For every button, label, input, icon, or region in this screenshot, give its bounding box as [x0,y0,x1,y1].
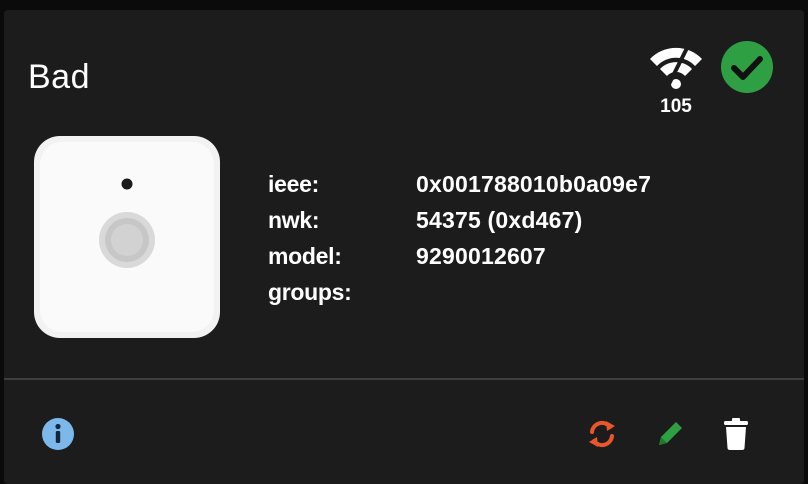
detail-row-groups: groups: [268,274,651,310]
info-button[interactable] [38,414,78,454]
trash-icon [724,418,748,450]
detail-row-ieee: ieee: 0x001788010b0a09e7 [268,166,651,202]
detail-value: 54375 (0xd467) [416,206,583,233]
link-quality-value: 105 [660,96,692,117]
detail-label: nwk: [268,206,320,233]
wifi-signal-icon [650,45,702,91]
detail-label: ieee: [268,170,319,197]
detail-value: 0x001788010b0a09e7 [416,170,652,197]
device-name: Bad [28,58,90,96]
reconfigure-button[interactable] [582,414,622,454]
detail-row-model: model: 9290012607 [268,238,651,274]
detail-label: groups: [268,278,352,305]
detail-row-nwk: nwk: 54375 (0xd467) [268,202,651,238]
device-details: ieee: 0x001788010b0a09e7 nwk: 54375 (0xd… [268,166,651,310]
device-card: Bad 105 ieee: 0x001788010b0a09e7 nwk: 54… [4,10,804,484]
refresh-icon [589,420,615,448]
device-image [34,136,220,338]
detail-value: 9290012607 [416,242,546,269]
detail-label: model: [268,242,342,269]
remove-button[interactable] [716,414,756,454]
device-status: 105 [648,40,776,122]
check-circle-icon [721,41,773,93]
info-icon [42,418,74,450]
card-divider [4,378,804,380]
rename-button[interactable] [650,414,690,454]
pencil-icon [659,422,682,445]
